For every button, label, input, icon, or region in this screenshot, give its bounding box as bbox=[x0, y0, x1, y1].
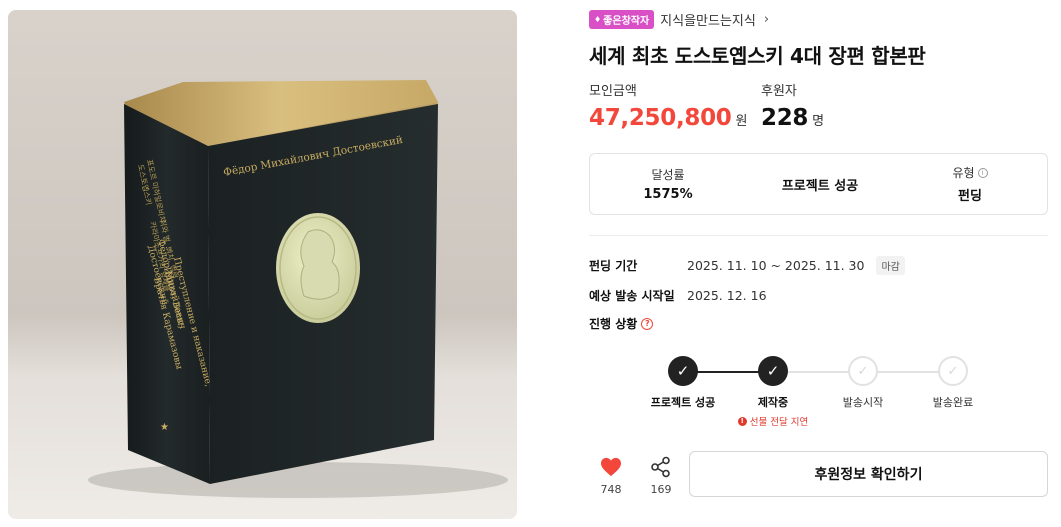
svg-text:★: ★ bbox=[160, 422, 169, 433]
ship-value: 2025. 12. 16 bbox=[687, 288, 767, 303]
project-status: 프로젝트 성공 bbox=[768, 154, 872, 214]
progress-stepper: ✓ 프로젝트 성공 ✓ 제작중 ! 선물 전달 지연 ✓ 발송시작 ✓ 발송완료 bbox=[629, 356, 973, 436]
achievement-rate: 달성률 1575% bbox=[618, 154, 718, 214]
type-label: 유형 bbox=[952, 166, 975, 180]
divider bbox=[589, 235, 1048, 236]
like-button[interactable]: 748 bbox=[591, 455, 631, 496]
chevron-right-icon[interactable]: › bbox=[764, 12, 769, 27]
warning-icon: ! bbox=[737, 416, 747, 426]
backers-stat: 후원자 228 명 bbox=[761, 80, 824, 131]
check-icon: ✓ bbox=[758, 356, 788, 386]
check-icon: ✓ bbox=[938, 356, 968, 386]
status-value: 프로젝트 성공 bbox=[781, 178, 859, 194]
share-icon bbox=[651, 456, 670, 478]
period-value: 2025. 11. 10 ~ 2025. 11. 30 bbox=[687, 258, 865, 273]
funding-period-row: 펀딩 기간 2025. 11. 10 ~ 2025. 11. 30 마감 bbox=[589, 256, 905, 275]
backers-value: 228 bbox=[761, 105, 809, 131]
share-count: 169 bbox=[650, 483, 672, 496]
closed-tag: 마감 bbox=[876, 256, 905, 275]
delay-notice[interactable]: ! 선물 전달 지연 bbox=[718, 414, 828, 428]
product-image[interactable]: 표도르 미하일로비치 도스토옙스키 죄와 벌, 백치, 악령, 카라마조프가의 … bbox=[8, 10, 517, 519]
backers-unit: 명 bbox=[812, 114, 825, 129]
backers-label: 후원자 bbox=[761, 84, 797, 99]
ship-label: 예상 발송 시작일 bbox=[589, 289, 675, 303]
delay-text: 선물 전달 지연 bbox=[749, 417, 809, 428]
shipping-date-row: 예상 발송 시작일 2025. 12. 16 bbox=[589, 287, 767, 304]
project-info-panel: ♦ 좋은창작자 지식을만드는지식 › 세계 최초 도스토옙스키 4대 장편 합본… bbox=[589, 0, 1049, 527]
amount-unit: 원 bbox=[735, 114, 748, 129]
view-pledge-info-button[interactable]: 후원정보 확인하기 bbox=[689, 451, 1048, 497]
book-illustration: 표도르 미하일로비치 도스토옙스키 죄와 벌, 백치, 악령, 카라마조프가의 … bbox=[8, 10, 517, 519]
amount-value: 47,250,800 bbox=[589, 105, 732, 131]
creator-row[interactable]: ♦ 좋은창작자 지식을만드는지식 › bbox=[589, 9, 769, 29]
check-icon: ✓ bbox=[668, 356, 698, 386]
project-title: 세계 최초 도스토옙스키 4대 장편 합본판 bbox=[589, 44, 926, 68]
check-icon: ✓ bbox=[848, 356, 878, 386]
rate-label: 달성률 bbox=[651, 168, 685, 182]
creator-name[interactable]: 지식을만드는지식 bbox=[660, 10, 756, 29]
badge-label: 좋은창작자 bbox=[603, 15, 650, 27]
summary-box: 달성률 1575% 프로젝트 성공 유형 i 펀딩 bbox=[589, 153, 1048, 215]
heart-icon bbox=[601, 457, 621, 477]
amount-label: 모인금액 bbox=[589, 84, 637, 99]
step-label: 발송완료 bbox=[932, 396, 974, 409]
progress-status-row: 진행 상황 ? bbox=[589, 315, 654, 332]
period-label: 펀딩 기간 bbox=[589, 259, 638, 273]
amount-stat: 모인금액 47,250,800 원 bbox=[589, 80, 747, 131]
good-creator-badge: ♦ 좋은창작자 bbox=[589, 9, 655, 29]
help-icon[interactable]: ? bbox=[641, 317, 654, 330]
share-button[interactable]: 169 bbox=[641, 455, 681, 496]
like-count: 748 bbox=[600, 483, 622, 496]
type-value: 펀딩 bbox=[958, 189, 982, 204]
rate-value: 1575% bbox=[643, 187, 693, 202]
project-type: 유형 i 펀딩 bbox=[920, 154, 1020, 214]
progress-label: 진행 상황 bbox=[589, 317, 638, 331]
diamond-icon: ♦ bbox=[594, 14, 602, 24]
step-shipping-complete: ✓ 발송완료 bbox=[898, 356, 1008, 410]
info-icon[interactable]: i bbox=[977, 167, 988, 178]
